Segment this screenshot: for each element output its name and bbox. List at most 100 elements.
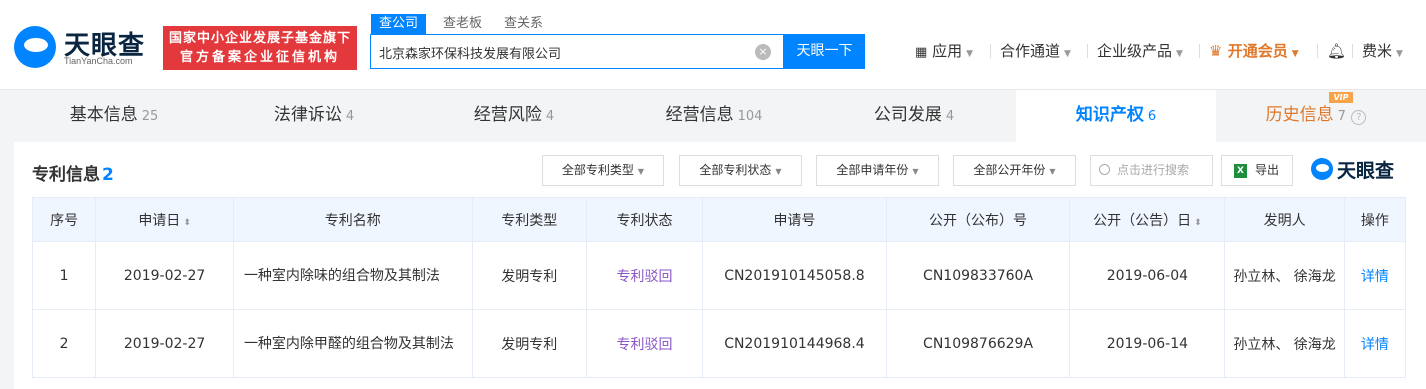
cell-app-no: CN201910145058.8 <box>702 241 887 310</box>
tab-risk[interactable]: 经营风险 4 <box>414 90 614 142</box>
col-header: 专利名称 <box>232 197 473 242</box>
nav-partner[interactable]: 合作通道 ▼ <box>1000 40 1071 62</box>
nav-divider <box>1317 44 1318 58</box>
table-header-row: 序号 申请日 ⬍ 专利名称 专利类型 专利状态 申请号 公开（公布）号 公开（公告… <box>31 197 1407 242</box>
patent-panel: 专利信息 2 全部专利类型 ▼ 全部专利状态 ▼ 全部申请年份 ▼ 全部公开年份 ▼ 点击… <box>14 142 1426 389</box>
tab-history[interactable]: 历史信息 7 ? <box>1216 90 1416 142</box>
site-logo[interactable]: 天眼查 TianYanCha.com <box>14 26 154 68</box>
chevron-down-icon: ▼ <box>1064 49 1071 59</box>
col-header: 操作 <box>1343 197 1407 242</box>
nav-user[interactable]: 费米 ▼ <box>1362 40 1403 62</box>
table-search-input[interactable]: 点击进行搜索 <box>1090 155 1213 186</box>
filter-patent-type[interactable]: 全部专利类型 ▼ <box>542 155 664 186</box>
cell-name: 一种室内除味的组合物及其制法 <box>232 241 473 310</box>
cell-inventor: 孙立林、 徐海龙 <box>1224 241 1345 310</box>
gov-badge: 国家中小企业发展子基金旗下 官方备案企业征信机构 <box>163 26 357 70</box>
sort-icon: ⬍ <box>183 217 191 228</box>
section-tabs: 基本信息 25 法律诉讼 4 经营风险 4 经营信息 104 公司发展 4 知识产权 6 历… <box>14 90 1426 142</box>
apps-grid-icon: ▦ <box>915 45 928 60</box>
tab-count: 4 <box>345 109 355 124</box>
sort-icon: ⬍ <box>1194 217 1202 228</box>
col-header: 专利类型 <box>471 197 587 242</box>
col-header: 专利状态 <box>585 197 704 242</box>
cell-type: 发明专利 <box>471 241 587 310</box>
nav-divider <box>990 44 991 58</box>
nav-user-label: 费米 <box>1362 42 1393 60</box>
nav-partner-label: 合作通道 <box>1000 42 1061 60</box>
search-tab-boss[interactable]: 查老板 <box>443 14 482 34</box>
col-header: 申请号 <box>702 197 887 242</box>
cell-status: 专利驳回 <box>585 241 704 310</box>
search-placeholder: 点击进行搜索 <box>1117 163 1190 177</box>
filter-publish-year[interactable]: 全部公开年份 ▼ <box>953 155 1076 186</box>
cell-date: 2019-02-27 <box>95 309 234 378</box>
tab-count: 25 <box>141 109 159 124</box>
tab-label: 历史信息 <box>1265 105 1334 125</box>
col-header-sortable[interactable]: 公开（公告）日 ⬍ <box>1069 197 1226 242</box>
filter-label: 全部申请年份 <box>836 163 909 177</box>
col-header-sortable[interactable]: 申请日 ⬍ <box>95 197 234 242</box>
cell-pub-date: 2019-06-04 <box>1069 241 1226 310</box>
search-box: × <box>370 34 784 69</box>
nav-apps[interactable]: ▦ 应用 ▼ <box>915 40 973 62</box>
filter-patent-status[interactable]: 全部专利状态 ▼ <box>679 155 802 186</box>
nav-divider <box>1087 44 1088 58</box>
tab-count: 104 <box>737 109 763 124</box>
cell-no: 1 <box>31 241 97 310</box>
detail-link[interactable]: 详情 <box>1343 309 1407 378</box>
tab-label: 知识产权 <box>1075 105 1144 125</box>
col-header-label: 公开（公告）日 <box>1093 212 1192 229</box>
tab-count: 7 <box>1337 109 1346 124</box>
chevron-down-icon: ▼ <box>1396 49 1403 59</box>
nav-enterprise-label: 企业级产品 <box>1097 42 1173 60</box>
detail-link[interactable]: 详情 <box>1343 241 1407 310</box>
tab-label: 基本信息 <box>69 105 138 125</box>
nav-enterprise[interactable]: 企业级产品 ▼ <box>1097 40 1183 62</box>
tab-basic-info[interactable]: 基本信息 25 <box>14 90 214 142</box>
nav-vip-label: 开通会员 <box>1227 42 1288 60</box>
col-header: 公开（公布）号 <box>885 197 1071 242</box>
tab-label: 公司发展 <box>873 105 942 125</box>
export-label: 导出 <box>1255 163 1280 177</box>
tab-operation[interactable]: 经营信息 104 <box>614 90 814 142</box>
search-input[interactable] <box>379 42 749 62</box>
table-row: 1 2019-02-27 一种室内除味的组合物及其制法 发明专利 专利驳回 CN… <box>31 241 1407 310</box>
patent-table: 序号 申请日 ⬍ 专利名称 专利类型 专利状态 申请号 公开（公布）号 公开（公告… <box>31 197 1407 378</box>
section-count: 2 <box>102 165 114 185</box>
nav-vip[interactable]: ♛ 开通会员 ▼ <box>1209 40 1299 62</box>
bell-icon[interactable]: 🔔︎ <box>1327 40 1346 62</box>
tab-development[interactable]: 公司发展 4 <box>814 90 1014 142</box>
nav-divider <box>1352 44 1353 58</box>
logo-eye-icon <box>1311 158 1333 180</box>
logo-subtext: TianYanCha.com <box>64 56 133 66</box>
cell-type: 发明专利 <box>471 309 587 378</box>
col-header: 序号 <box>31 197 97 242</box>
logo-eye-icon <box>14 26 56 68</box>
chevron-down-icon: ▼ <box>912 167 919 176</box>
chevron-down-icon: ▼ <box>637 167 645 176</box>
excel-icon: X <box>1234 164 1247 178</box>
cell-pub-date: 2019-06-14 <box>1069 309 1226 378</box>
tab-ip[interactable]: 知识产权 6 <box>1016 90 1216 142</box>
section-title: 专利信息 2 <box>32 160 114 185</box>
tab-legal[interactable]: 法律诉讼 4 <box>214 90 414 142</box>
cell-pub-no: CN109876629A <box>885 309 1071 378</box>
export-button[interactable]: X 导出 <box>1221 155 1293 186</box>
search-tab-relation[interactable]: 查关系 <box>504 14 543 34</box>
search-button[interactable]: 天眼一下 <box>784 34 865 69</box>
search-icon <box>1099 164 1110 175</box>
tianyancha-watermark: 天眼查 <box>1311 155 1405 185</box>
watermark-text: 天眼查 <box>1337 160 1395 182</box>
cell-date: 2019-02-27 <box>95 241 234 310</box>
cell-app-no: CN201910144968.4 <box>702 309 887 378</box>
tab-label: 经营信息 <box>665 105 734 125</box>
filter-apply-year[interactable]: 全部申请年份 ▼ <box>816 155 939 186</box>
help-icon[interactable]: ? <box>1351 110 1367 125</box>
crown-icon: ♛ <box>1209 42 1223 60</box>
col-header-label: 申请日 <box>138 212 181 229</box>
filter-label: 全部专利类型 <box>561 163 634 177</box>
cell-inventor: 孙立林、 徐海龙 <box>1224 309 1345 378</box>
clear-icon[interactable]: × <box>755 44 771 60</box>
search-tab-company[interactable]: 查公司 <box>371 14 427 34</box>
filter-label: 全部公开年份 <box>973 163 1046 177</box>
